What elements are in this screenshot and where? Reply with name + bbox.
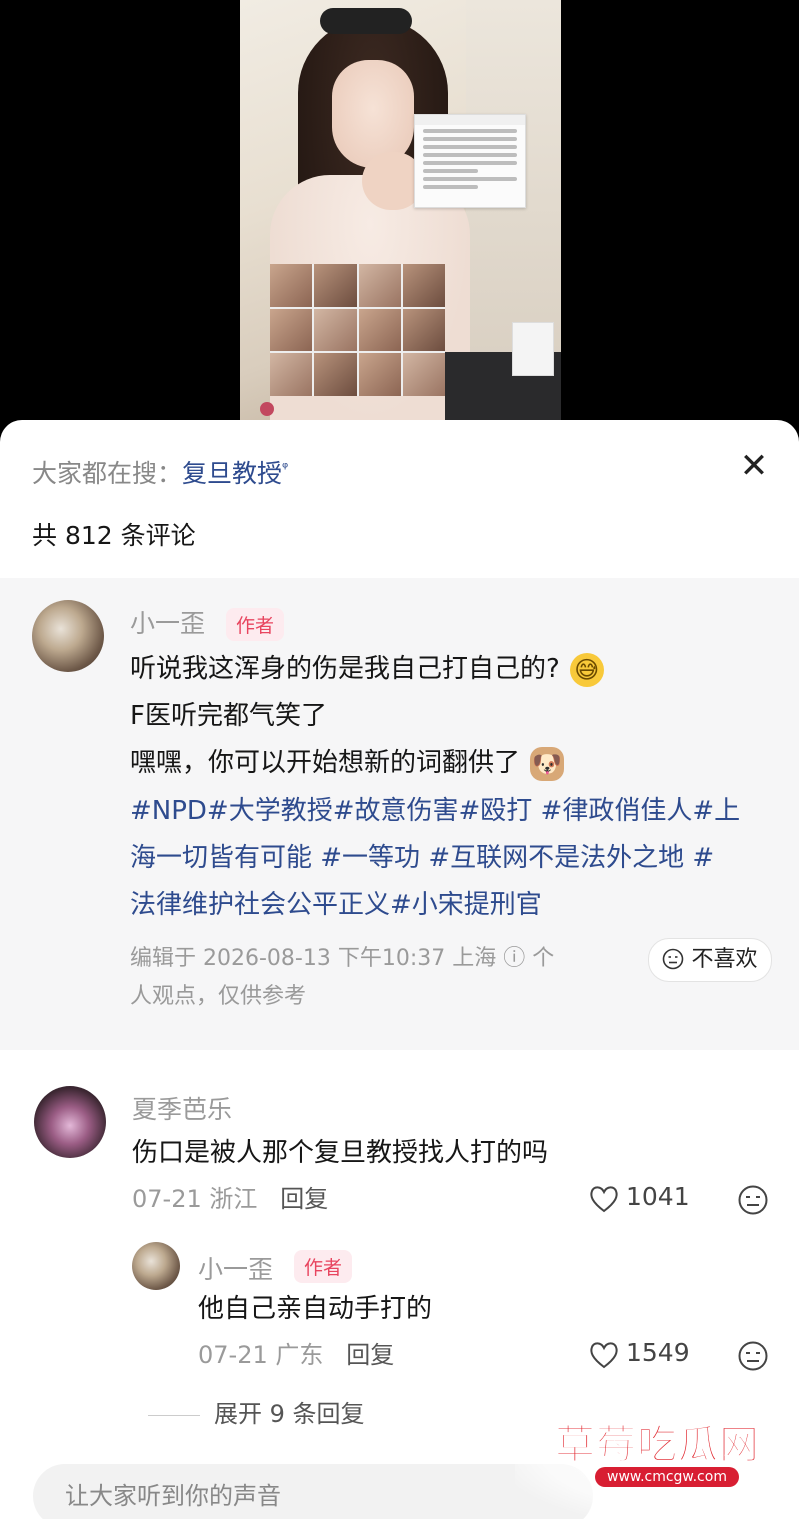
watermark-logo: 草莓吃瓜网 bbox=[555, 1422, 760, 1469]
record-indicator bbox=[260, 402, 274, 416]
search-prefix: 大家都在搜： bbox=[32, 459, 183, 488]
opinion-disclaimer: 人观点，仅供参考 bbox=[130, 984, 307, 1009]
comment-meta: 编辑于 2026-08-13 下午10:37 上海 ⓘ 个 bbox=[130, 940, 554, 978]
like-count: 1549 bbox=[626, 1338, 690, 1367]
comment-count: 共 812 条评论 bbox=[32, 521, 196, 550]
reply-meta: 07-21 广东 回复 bbox=[198, 1336, 394, 1374]
hashtag-line-1[interactable]: #NPD#大学教授#故意伤害#殴打 #律政俏佳人#上 bbox=[130, 788, 740, 835]
hashtag-line-2[interactable]: 海一切皆有可能 #一等功 #互联网不是法外之地 # bbox=[130, 835, 714, 882]
comment-username[interactable]: 小一歪 bbox=[130, 604, 205, 640]
reply-date-location: 07-21 广东 bbox=[198, 1341, 324, 1369]
court-document-image bbox=[414, 114, 526, 208]
comment-text-line: 听说我这浑身的伤是我自己打自己的? 😅 bbox=[130, 646, 604, 693]
comment-line-1: 听说我这浑身的伤是我自己打自己的? bbox=[130, 654, 560, 684]
comment-text: 伤口是被人那个复旦教授找人打的吗 bbox=[132, 1138, 549, 1168]
comment-meta: 07-21 浙江 回复 bbox=[132, 1180, 328, 1218]
edit-timestamp-location: 编辑于 2026-08-13 下午10:37 上海 bbox=[130, 946, 497, 971]
heart-icon[interactable] bbox=[588, 1340, 620, 1370]
comment-line-2: F医听完都气笑了 bbox=[130, 701, 327, 731]
dislike-face-icon[interactable] bbox=[737, 1184, 769, 1216]
reply-text: 他自己亲自动手打的 bbox=[198, 1294, 433, 1324]
info-icon[interactable]: ⓘ bbox=[503, 946, 525, 971]
video-player[interactable] bbox=[240, 0, 561, 420]
sweat-smile-emoji-icon: 😅 bbox=[569, 652, 604, 687]
comment-username[interactable]: 夏季芭乐 bbox=[132, 1090, 232, 1126]
heart-icon[interactable] bbox=[588, 1184, 620, 1214]
comments-sheet: 大家都在搜：复旦教授ᵠ ✕ 共 812 条评论 小一歪 作者 听说我这浑身的伤是… bbox=[0, 420, 799, 1519]
reply-button[interactable]: 回复 bbox=[280, 1185, 328, 1213]
comment-text-line: 嘿嘿，你可以开始想新的词翻供了 🐶 bbox=[130, 740, 565, 787]
divider bbox=[148, 1414, 200, 1416]
paper-bag bbox=[512, 322, 554, 376]
reply-username[interactable]: 小一歪 bbox=[198, 1250, 273, 1286]
dislike-label: 不喜欢 bbox=[691, 947, 758, 972]
trending-search[interactable]: 大家都在搜：复旦教授ᵠ bbox=[32, 454, 288, 490]
author-badge: 作者 bbox=[294, 1250, 353, 1283]
avatar[interactable] bbox=[32, 600, 104, 672]
site-watermark: 草莓吃瓜网 www.cmcgw.com bbox=[515, 1384, 799, 1519]
avatar[interactable] bbox=[34, 1086, 106, 1158]
avatar[interactable] bbox=[132, 1242, 180, 1290]
dog-emoji-icon: 🐶 bbox=[530, 746, 565, 781]
comment-input[interactable]: 让大家听到你的声音 bbox=[33, 1464, 593, 1519]
search-keyword[interactable]: 复旦教授 bbox=[182, 459, 282, 488]
author-badge: 作者 bbox=[226, 608, 285, 641]
sunglasses bbox=[320, 8, 412, 34]
close-icon[interactable]: ✕ bbox=[736, 448, 772, 484]
reply-button[interactable]: 回复 bbox=[346, 1341, 394, 1369]
neutral-face-icon bbox=[663, 948, 684, 970]
hashtag-line-3[interactable]: 法律维护社会公平正义#小宋提刑官 bbox=[130, 882, 542, 929]
injury-photo-collage bbox=[270, 264, 445, 396]
expand-replies-button[interactable]: 展开 9 条回复 bbox=[148, 1394, 365, 1429]
pinned-author-comment: 小一歪 作者 听说我这浑身的伤是我自己打自己的? 😅 F医听完都气笑了 嘿嘿，你可… bbox=[0, 578, 799, 1050]
dislike-button[interactable]: 不喜欢 bbox=[648, 938, 772, 982]
comment-date-location: 07-21 浙江 bbox=[132, 1185, 258, 1213]
meta-tail: 个 bbox=[525, 946, 555, 971]
comment-line-3: 嘿嘿，你可以开始想新的词翻供了 bbox=[130, 748, 521, 778]
expand-replies-label: 展开 9 条回复 bbox=[214, 1400, 365, 1428]
watermark-url: www.cmcgw.com bbox=[595, 1467, 739, 1487]
dislike-face-icon[interactable] bbox=[737, 1340, 769, 1372]
search-icon: ᵠ bbox=[282, 458, 289, 477]
like-count: 1041 bbox=[626, 1182, 690, 1211]
